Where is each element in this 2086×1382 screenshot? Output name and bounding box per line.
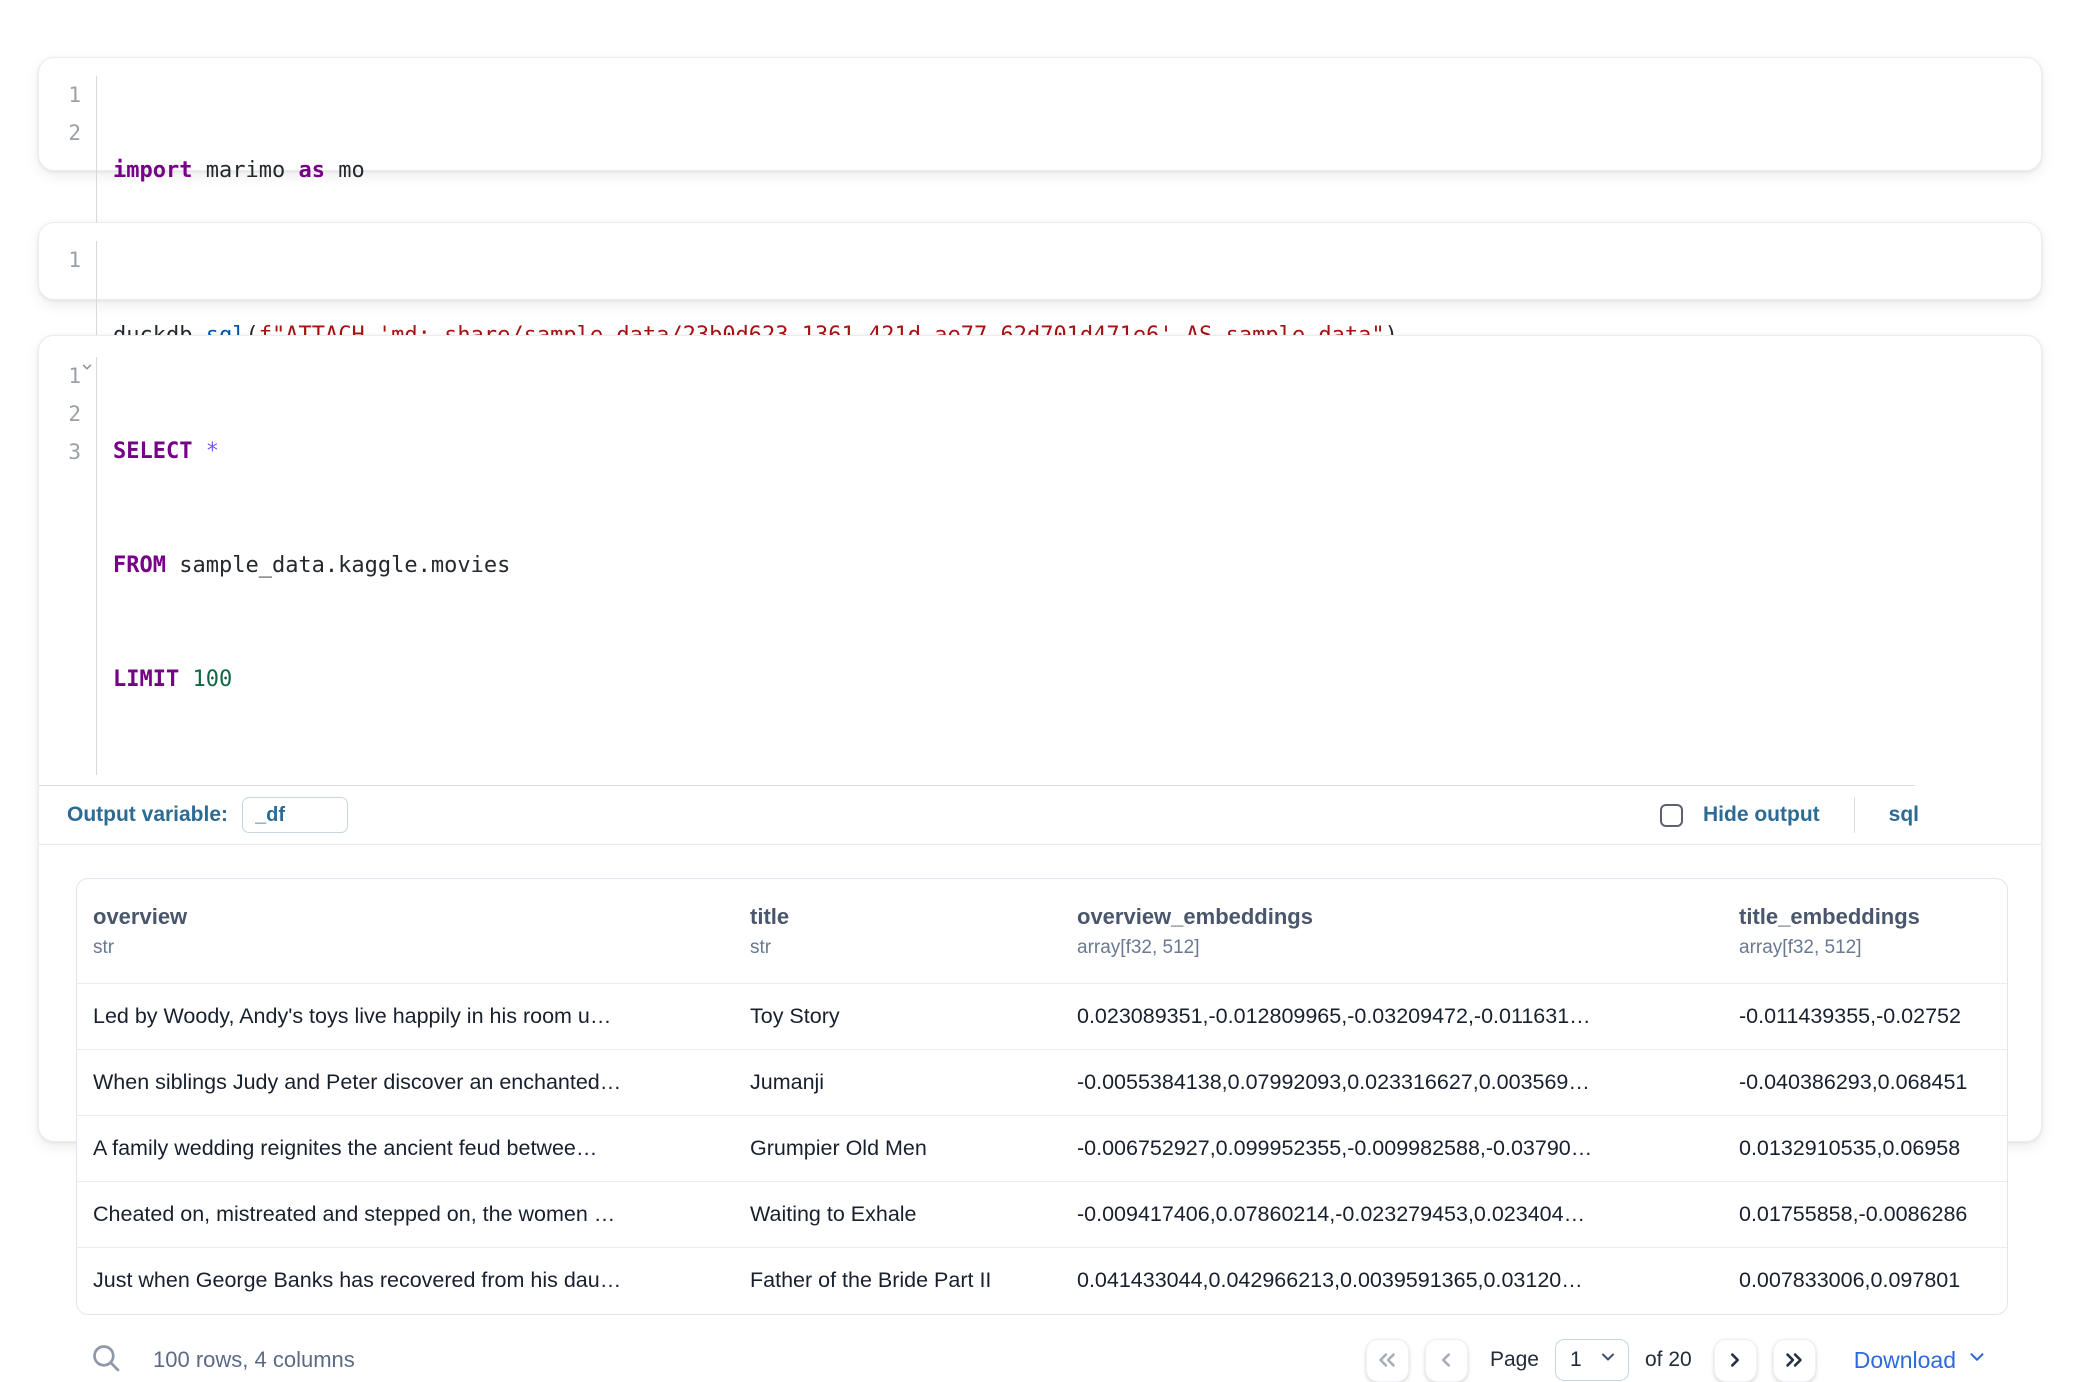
code-cell-attach: 1 duckdb.sql(f"ATTACH 'md:_share/sample_…: [38, 222, 2042, 300]
cell-overview: Just when George Banks has recovered fro…: [77, 1248, 736, 1314]
column-header-title-embeddings[interactable]: title_embeddings array[f32, 512]: [1725, 879, 2007, 984]
hide-output-checkbox[interactable]: [1660, 804, 1683, 827]
line-number: 1: [39, 357, 81, 395]
code-token: 100: [192, 667, 232, 692]
page-total-label: of 20: [1645, 1348, 1692, 1372]
cell-title-embeddings: -0.011439355,-0.02752: [1725, 984, 2007, 1050]
column-dtype: str: [93, 937, 722, 959]
chevron-down-icon: [1598, 1347, 1618, 1373]
cell-overview-embeddings: 0.023089351,-0.012809965,-0.03209472,-0.…: [1063, 984, 1725, 1050]
code-token: SELECT: [113, 439, 192, 464]
page-select[interactable]: 1: [1555, 1339, 1629, 1381]
column-header-title[interactable]: title str: [736, 879, 1063, 984]
output-variable-input[interactable]: [242, 797, 348, 833]
code-token: import: [113, 158, 192, 183]
column-name: overview: [93, 904, 722, 930]
code-source: SELECT * FROM sample_data.kaggle.movies …: [97, 357, 510, 775]
output-variable-label: Output variable:: [67, 803, 228, 827]
column-dtype: array[f32, 512]: [1077, 937, 1711, 959]
code-line: FROM sample_data.kaggle.movies: [113, 547, 510, 585]
line-number-gutter: 1 2 3: [39, 357, 97, 775]
cell-title-embeddings: -0.040386293,0.068451: [1725, 1050, 2007, 1116]
code-token: marimo: [192, 158, 298, 183]
table-row: Cheated on, mistreated and stepped on, t…: [77, 1182, 2007, 1248]
cell-overview: When siblings Judy and Peter discover an…: [77, 1050, 736, 1116]
line-number: 1: [39, 76, 81, 114]
cell-title: Jumanji: [736, 1050, 1063, 1116]
line-number: 3: [39, 433, 81, 471]
column-dtype: array[f32, 512]: [1739, 937, 1993, 959]
column-header-overview-embeddings[interactable]: overview_embeddings array[f32, 512]: [1063, 879, 1725, 984]
previous-page-button[interactable]: [1425, 1339, 1468, 1382]
code-token: FROM: [113, 553, 166, 578]
dataframe-table: overview str title str overview_embeddin…: [76, 878, 2008, 1315]
cell-overview-embeddings: -0.0055384138,0.07992093,0.023316627,0.0…: [1063, 1050, 1725, 1116]
language-badge: sql: [1889, 803, 1919, 827]
first-page-button[interactable]: [1366, 1339, 1409, 1382]
table-row: A family wedding reignites the ancient f…: [77, 1116, 2007, 1182]
download-button[interactable]: Download: [1854, 1346, 1988, 1374]
vertical-divider: [1854, 797, 1855, 833]
column-header-overview[interactable]: overview str: [77, 879, 736, 984]
code-token: as: [298, 158, 325, 183]
last-page-button[interactable]: [1773, 1339, 1816, 1382]
column-name: title_embeddings: [1739, 904, 1993, 930]
page-select-value: 1: [1570, 1348, 1582, 1372]
download-label: Download: [1854, 1347, 1956, 1374]
hide-output-label: Hide output: [1703, 803, 1820, 827]
code-token: [192, 439, 205, 464]
table-footer: 100 rows, 4 columns Page 1 of 20 Downloa…: [76, 1339, 2006, 1382]
cell-output: overview str title str overview_embeddin…: [39, 845, 2041, 1382]
search-icon[interactable]: [89, 1341, 123, 1380]
fold-chevron-icon[interactable]: [80, 360, 94, 374]
code-token: sample_data.kaggle.movies: [166, 553, 510, 578]
sql-cell-movies: 1 2 3 SELECT * FROM sample_data.kaggle.m…: [38, 335, 2042, 1142]
code-editor[interactable]: 1 2 3 SELECT * FROM sample_data.kaggle.m…: [39, 336, 2041, 775]
code-line: import marimo as mo: [113, 152, 365, 190]
code-token: *: [206, 439, 219, 464]
cell-title-embeddings: 0.0132910535,0.06958: [1725, 1116, 2007, 1182]
cell-title: Grumpier Old Men: [736, 1116, 1063, 1182]
code-line: LIMIT 100: [113, 661, 510, 699]
code-line: SELECT *: [113, 433, 510, 471]
table-header-row: overview str title str overview_embeddin…: [77, 879, 2007, 984]
output-variable-bar: Output variable: Hide output sql: [39, 786, 2041, 844]
row-count-summary: 100 rows, 4 columns: [153, 1347, 355, 1373]
table-row: When siblings Judy and Peter discover an…: [77, 1050, 2007, 1116]
table-row: Just when George Banks has recovered fro…: [77, 1248, 2007, 1314]
column-dtype: str: [750, 937, 1049, 959]
cell-overview: Cheated on, mistreated and stepped on, t…: [77, 1182, 736, 1248]
next-page-button[interactable]: [1714, 1339, 1757, 1382]
cell-title: Father of the Bride Part II: [736, 1248, 1063, 1314]
cell-overview: Led by Woody, Andy's toys live happily i…: [77, 984, 736, 1050]
page-label: Page: [1490, 1348, 1539, 1372]
cell-title: Toy Story: [736, 984, 1063, 1050]
cell-overview-embeddings: 0.041433044,0.042966213,0.0039591365,0.0…: [1063, 1248, 1725, 1314]
code-token: mo: [325, 158, 365, 183]
cell-title-embeddings: 0.007833006,0.097801: [1725, 1248, 2007, 1314]
line-number: 2: [39, 114, 81, 152]
cell-overview-embeddings: -0.009417406,0.07860214,-0.023279453,0.0…: [1063, 1182, 1725, 1248]
code-cell-imports: 1 2 import marimo as mo import duckdb: [38, 57, 2042, 171]
table-row: Led by Woody, Andy's toys live happily i…: [77, 984, 2007, 1050]
line-number: 1: [39, 241, 81, 279]
code-token: [179, 667, 192, 692]
line-number: 2: [39, 395, 81, 433]
code-token: LIMIT: [113, 667, 179, 692]
cell-overview-embeddings: -0.006752927,0.099952355,-0.009982588,-0…: [1063, 1116, 1725, 1182]
cell-overview: A family wedding reignites the ancient f…: [77, 1116, 736, 1182]
column-name: overview_embeddings: [1077, 904, 1711, 930]
column-name: title: [750, 904, 1049, 930]
cell-title-embeddings: 0.01755858,-0.0086286: [1725, 1182, 2007, 1248]
cell-title: Waiting to Exhale: [736, 1182, 1063, 1248]
chevron-down-icon: [1966, 1346, 1988, 1374]
